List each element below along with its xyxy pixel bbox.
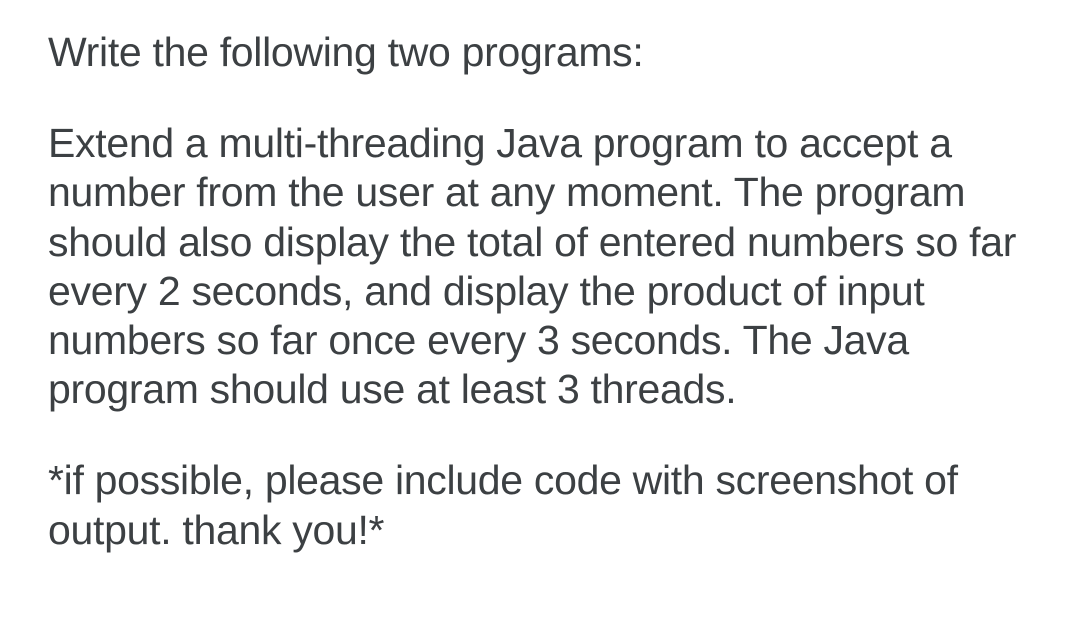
task-description-paragraph: Extend a multi-threading Java program to…: [48, 119, 1032, 414]
intro-paragraph: Write the following two programs:: [48, 28, 1032, 77]
note-paragraph: *if possible, please include code with s…: [48, 456, 1032, 554]
